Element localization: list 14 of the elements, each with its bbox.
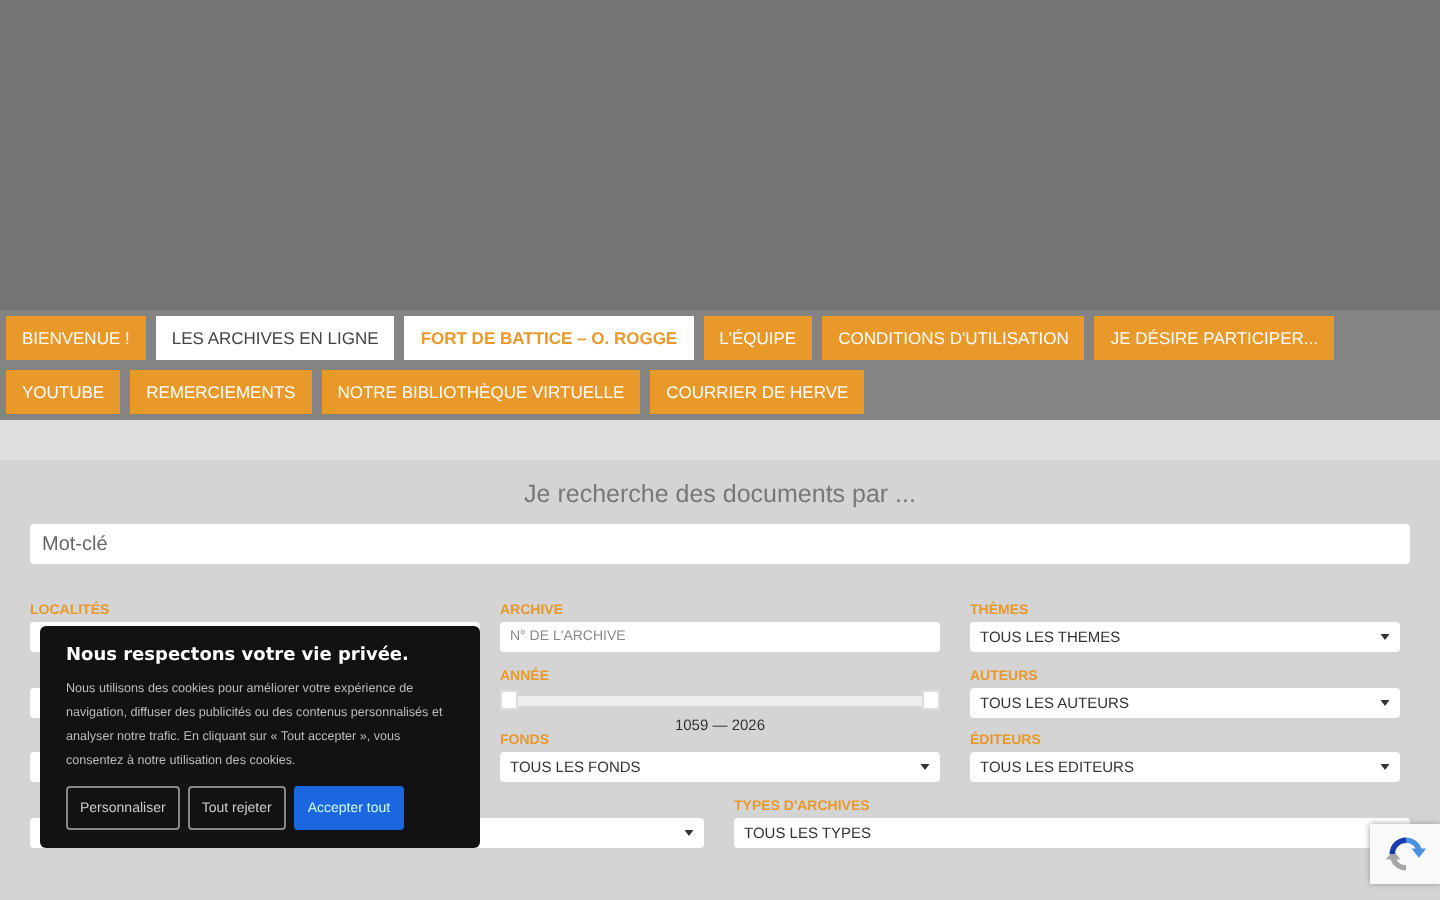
range-slider[interactable] xyxy=(500,695,940,705)
caret-icon xyxy=(920,764,930,770)
slider-thumb[interactable] xyxy=(500,689,518,709)
keyword-field[interactable]: Mot-clé xyxy=(30,524,1410,564)
notice-title: Nous respectons votre vie privée. xyxy=(66,646,411,666)
recaptcha-badge[interactable] xyxy=(1370,824,1440,884)
slider-thumb[interactable] xyxy=(922,689,940,709)
menu-link[interactable]: LES ARCHIVES EN LIGNE xyxy=(155,316,395,360)
search-heading: Je recherche des documents par ... xyxy=(522,480,918,508)
caret-icon xyxy=(1380,699,1390,705)
recaptcha-icon xyxy=(1383,832,1427,876)
caret-icon xyxy=(684,829,694,835)
caret-icon xyxy=(1380,634,1390,640)
caret-icon xyxy=(1380,764,1390,770)
